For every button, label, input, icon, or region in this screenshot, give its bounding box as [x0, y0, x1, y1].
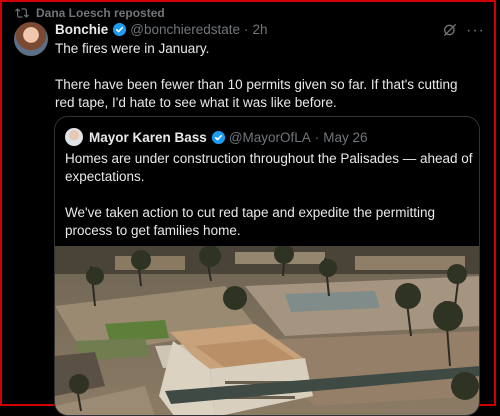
author-handle[interactable]: @bonchieredstate	[130, 22, 240, 37]
repost-icon	[15, 8, 29, 18]
grok-icon[interactable]	[442, 22, 458, 38]
construction-photo[interactable]	[55, 246, 480, 416]
tweet-time[interactable]: 2h	[253, 22, 268, 37]
verified-badge-icon	[113, 22, 127, 37]
tweet-paragraph: The fires were in January.	[55, 41, 210, 56]
quoted-header-separator: ·	[314, 129, 320, 145]
quoted-paragraph: Homes are under construction throughout …	[65, 151, 473, 184]
tweet-paragraph: There have been fewer than 10 permits gi…	[55, 77, 458, 110]
quoted-author-name: Mayor Karen Bass	[89, 129, 207, 145]
header-separator: ·	[244, 22, 249, 37]
verified-badge-icon	[211, 130, 225, 144]
repost-label: Dana Loesch reposted	[36, 6, 165, 20]
quoted-paragraph: We've taken action to cut red tape and e…	[65, 205, 436, 238]
tweet-header: Bonchie @bonchieredstate · 2h	[55, 22, 268, 37]
quoted-tweet[interactable]: Mayor Karen Bass @MayorOfLA · May 26 Hom…	[54, 116, 480, 416]
quoted-tweet-header: Mayor Karen Bass @MayorOfLA · May 26	[65, 128, 368, 146]
quoted-author-handle: @MayorOfLA	[228, 129, 311, 145]
quoted-tweet-date: May 26	[323, 129, 368, 145]
more-icon[interactable]: ···	[466, 22, 485, 40]
quoted-tweet-text: Homes are under construction throughout …	[65, 150, 475, 240]
author-avatar[interactable]	[14, 22, 48, 56]
author-name[interactable]: Bonchie	[55, 22, 108, 37]
quoted-author-avatar	[65, 128, 83, 146]
repost-context[interactable]: Dana Loesch reposted	[15, 6, 165, 20]
tweet-text: The fires were in January. There have be…	[55, 40, 480, 112]
